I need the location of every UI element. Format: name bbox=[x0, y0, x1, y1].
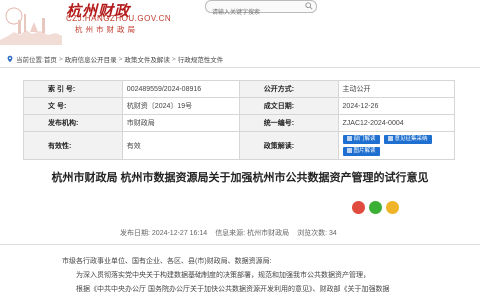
meta-key: 索 引 号: bbox=[23, 80, 123, 98]
picture-interpretation-button[interactable]: 图片解读 bbox=[342, 147, 380, 156]
breadcrumb-separator: > bbox=[58, 55, 63, 63]
meta-value: 主动公开 bbox=[337, 80, 456, 98]
meta-value: 杭财资〔2024〕19号 bbox=[121, 97, 240, 115]
view-count: 浏览次数: 34 bbox=[297, 230, 337, 237]
city-skyline-logo-icon bbox=[0, 7, 62, 45]
search-input[interactable] bbox=[206, 7, 302, 19]
document-icon bbox=[346, 136, 352, 142]
weibo-share-icon[interactable] bbox=[352, 201, 365, 214]
search-icon[interactable] bbox=[305, 2, 313, 10]
site-subtitle: 杭州市财政局 bbox=[75, 25, 138, 34]
document-icon bbox=[387, 136, 393, 142]
site-header: 杭州财政 CZJ.HANGZHOU.GOV.CN 杭州市财政局 bbox=[0, 0, 480, 45]
breadcrumb-normative[interactable]: 行政规范性文件 bbox=[178, 54, 224, 64]
meta-key: 政策解读: bbox=[238, 131, 339, 160]
article-title: 杭州市财政局 杭州市数据资源局关于加强杭州市公共数据资产管理的试行意见 bbox=[51, 172, 429, 184]
info-source: 信息来源: 杭州市财政局 bbox=[215, 230, 290, 237]
breadcrumb: 当前位置: 首页 > 政府信息公开目录 > 政策文件及解读 > 行政规范性文件 bbox=[0, 52, 480, 66]
dept-interpretation-button[interactable]: 部门解读 bbox=[342, 135, 380, 144]
table-row: 发布机构: 市财政局 统一编号: ZJAC12-2024-0004 bbox=[23, 114, 456, 132]
meta-value: 市财政局 bbox=[121, 114, 240, 132]
meta-key: 统一编号: bbox=[238, 114, 339, 132]
meta-key: 有效性: bbox=[23, 131, 123, 160]
article-body: 市级各行政事业单位、国有企业、各区、县(市)财政局、数据资源局: 为深入贯彻落实… bbox=[62, 255, 452, 297]
breadcrumb-home[interactable]: 首页 bbox=[44, 54, 57, 64]
breadcrumb-policy[interactable]: 政策文件及解读 bbox=[124, 54, 170, 64]
table-row: 索 引 号: 002489559/2024-08916 公开方式: 主动公开 bbox=[23, 80, 456, 98]
meta-key: 公开方式: bbox=[238, 80, 339, 98]
publish-date: 发布日期: 2024-12-27 16:14 bbox=[120, 230, 208, 237]
article-info-bar: 发布日期: 2024-12-27 16:14 信息来源: 杭州市财政局 浏览次数… bbox=[0, 221, 480, 245]
site-domain: CZJ.HANGZHOU.GOV.CN bbox=[66, 14, 172, 23]
table-row: 文 号: 杭财资〔2024〕19号 成文日期: 2024-12-26 bbox=[23, 97, 456, 115]
document-metadata-table: 索 引 号: 002489559/2024-08916 公开方式: 主动公开 文… bbox=[23, 80, 456, 160]
meta-key: 文 号: bbox=[23, 97, 123, 115]
body-paragraph: 根据《中共中央办公厅 国务院办公厅关于加快公共数据资源开发利用的意见》、财政部《… bbox=[76, 286, 390, 293]
recipients-line: 市级各行政事业单位、国有企业、各区、县(市)财政局、数据资源局: bbox=[62, 258, 272, 265]
breadcrumb-separator: > bbox=[171, 55, 176, 63]
qzone-share-icon[interactable] bbox=[386, 201, 399, 214]
meta-value: 2024-12-26 bbox=[337, 97, 456, 115]
policy-interpretation-cell: 部门解读 意见征集采纳 图片解读 bbox=[337, 131, 456, 160]
location-pin-icon bbox=[7, 55, 13, 63]
share-bar bbox=[352, 201, 399, 214]
meta-key: 成文日期: bbox=[238, 97, 339, 115]
meta-key: 发布机构: bbox=[23, 114, 123, 132]
breadcrumb-separator: > bbox=[118, 55, 123, 63]
table-row: 有效性: 有效 政策解读: 部门解读 意见征集采纳 图片解读 bbox=[23, 131, 456, 160]
body-paragraph: 为深入贯彻落实党中央关于构建数据基础制度的决策部署，规范和加强我市公共数据资产管… bbox=[76, 272, 370, 279]
opinion-adoption-button[interactable]: 意见征集采纳 bbox=[383, 135, 432, 144]
breadcrumb-label: 当前位置: bbox=[16, 57, 44, 64]
meta-value: 002489559/2024-08916 bbox=[121, 80, 240, 98]
wechat-share-icon[interactable] bbox=[369, 201, 382, 214]
search-box bbox=[205, 0, 317, 19]
breadcrumb-gov-info[interactable]: 政府信息公开目录 bbox=[65, 54, 117, 64]
meta-value: ZJAC12-2024-0004 bbox=[337, 114, 456, 132]
breadcrumb-divider bbox=[0, 67, 480, 68]
meta-value: 有效 bbox=[121, 131, 240, 160]
image-icon bbox=[346, 148, 352, 154]
